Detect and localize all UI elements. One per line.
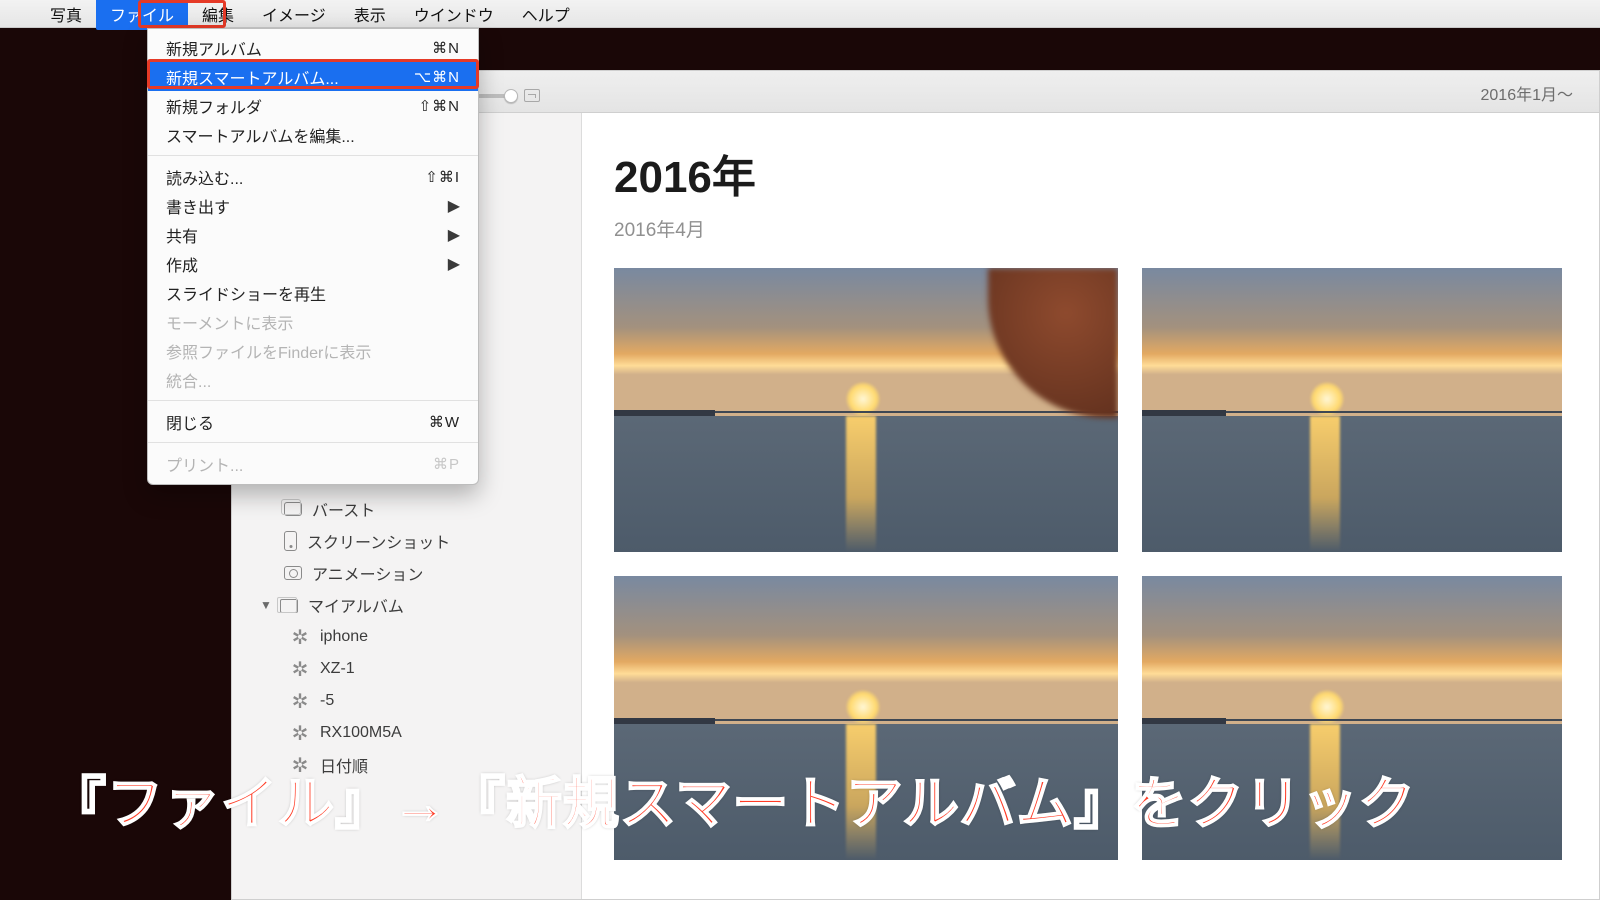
menu-item-show-in-moment: モーメントに表示 <box>148 307 478 336</box>
photo-thumbnail[interactable] <box>614 576 1118 860</box>
menubar-item-help[interactable]: ヘルプ <box>508 0 584 30</box>
menu-item-create[interactable]: 作成 ▶ <box>148 249 478 278</box>
sidebar-smart-xz1[interactable]: ✲ XZ-1 <box>232 653 581 685</box>
menu-item-edit-smart-album[interactable]: スマートアルバムを編集... <box>148 120 478 149</box>
sidebar-item-label: XZ-1 <box>320 660 355 678</box>
main-content: 2016年 2016年4月 <box>582 113 1599 899</box>
photo-thumbnail[interactable] <box>1142 576 1562 860</box>
smart-album-icon: ✲ <box>290 691 310 711</box>
sidebar-smart-dateorder[interactable]: ✲ 日付順 <box>232 749 581 781</box>
sidebar-item-label: アニメーション <box>312 561 423 585</box>
menubar: 写真 ファイル 編集 イメージ 表示 ウインドウ ヘルプ <box>0 0 1600 28</box>
year-heading: 2016年 <box>614 141 1599 205</box>
menu-item-share[interactable]: 共有 ▶ <box>148 220 478 249</box>
sidebar-smart-minus5[interactable]: ✲ -5 <box>232 685 581 717</box>
smart-album-icon: ✲ <box>290 755 310 775</box>
disclosure-triangle-icon[interactable]: ▼ <box>260 598 270 612</box>
month-heading: 2016年4月 <box>614 215 1599 242</box>
sidebar-item-label: スクリーンショット <box>307 529 450 553</box>
menu-item-label: スマートアルバムを編集... <box>166 123 355 147</box>
menu-item-label: 閉じる <box>166 410 214 434</box>
menubar-app[interactable]: 写真 <box>36 0 96 30</box>
menu-item-label: 参照ファイルをFinderに表示 <box>166 339 371 363</box>
menu-item-label: 共有 <box>166 223 198 247</box>
zoom-slider-knob[interactable] <box>504 89 518 103</box>
folder-icon <box>280 599 298 613</box>
menu-item-print: プリント... ⌘P <box>148 449 478 478</box>
menu-item-shortcut: ⇧⌘N <box>419 97 460 115</box>
submenu-arrow-icon: ▶ <box>448 225 460 245</box>
animation-icon <box>284 566 302 580</box>
smart-album-icon: ✲ <box>290 723 310 743</box>
photo-grid <box>614 268 1599 860</box>
submenu-arrow-icon: ▶ <box>448 254 460 274</box>
smart-album-icon: ✲ <box>290 659 310 679</box>
menu-item-shortcut: ⇧⌘I <box>425 168 460 186</box>
sidebar-item-label: マイアルバム <box>308 593 404 617</box>
menubar-item-view[interactable]: 表示 <box>340 0 400 30</box>
sidebar-smart-rx100m5a[interactable]: ✲ RX100M5A <box>232 717 581 749</box>
file-menu-dropdown: 新規アルバム ⌘N 新規スマートアルバム... ⌥⌘N 新規フォルダ ⇧⌘N スマート… <box>147 28 479 485</box>
sidebar-item-burst[interactable]: バースト <box>232 493 581 525</box>
sidebar-group-myalbum[interactable]: ▼ マイアルバム <box>232 589 581 621</box>
sidebar-item-label: 日付順 <box>320 753 368 777</box>
menu-separator <box>148 155 478 156</box>
menu-separator <box>148 442 478 443</box>
menu-item-export[interactable]: 書き出す ▶ <box>148 191 478 220</box>
menu-item-label: 新規フォルダ <box>166 94 262 118</box>
photo-thumbnail[interactable] <box>1142 268 1562 552</box>
sidebar-item-label: iphone <box>320 628 368 646</box>
menu-item-shortcut: ⌘P <box>433 455 460 473</box>
menu-item-label: 書き出す <box>166 194 230 218</box>
sidebar-item-label: バースト <box>312 497 375 521</box>
sidebar-smart-iphone[interactable]: ✲ iphone <box>232 621 581 653</box>
menubar-item-edit[interactable]: 編集 <box>188 0 248 30</box>
photo-thumbnail[interactable] <box>614 268 1118 552</box>
menubar-item-image[interactable]: イメージ <box>248 0 340 30</box>
menu-item-shortcut: ⌘W <box>429 413 460 431</box>
screenshot-icon <box>284 531 297 551</box>
sidebar-item-screenshot[interactable]: スクリーンショット <box>232 525 581 557</box>
sidebar-item-animation[interactable]: アニメーション <box>232 557 581 589</box>
sidebar-item-label: RX100M5A <box>320 724 402 742</box>
zoom-grid-icon[interactable] <box>524 89 540 102</box>
burst-icon <box>284 502 302 516</box>
menu-item-import[interactable]: 読み込む... ⇧⌘I <box>148 162 478 191</box>
menu-item-shortcut: ⌘N <box>432 39 460 57</box>
date-range-label: 2016年1月～ <box>1481 81 1574 105</box>
menu-item-label: プリント... <box>166 452 243 476</box>
menu-item-label: 作成 <box>166 252 198 276</box>
menu-item-label: スライドショーを再生 <box>166 281 326 305</box>
menu-item-label: 統合... <box>166 368 211 392</box>
menu-item-consolidate: 統合... <box>148 365 478 394</box>
menu-item-label: モーメントに表示 <box>166 310 293 334</box>
menu-item-new-album[interactable]: 新規アルバム ⌘N <box>148 33 478 62</box>
menu-item-label: 新規アルバム <box>166 36 262 60</box>
menu-separator <box>148 400 478 401</box>
menubar-item-window[interactable]: ウインドウ <box>400 0 508 30</box>
menu-item-new-folder[interactable]: 新規フォルダ ⇧⌘N <box>148 91 478 120</box>
sidebar-item-label: -5 <box>320 692 334 710</box>
menu-item-new-smart-album[interactable]: 新規スマートアルバム... ⌥⌘N <box>148 62 478 91</box>
menu-item-play-slideshow[interactable]: スライドショーを再生 <box>148 278 478 307</box>
menu-item-label: 新規スマートアルバム... <box>166 65 339 89</box>
menu-item-shortcut: ⌥⌘N <box>414 68 460 86</box>
menubar-item-file[interactable]: ファイル <box>96 0 188 30</box>
menu-item-show-in-finder: 参照ファイルをFinderに表示 <box>148 336 478 365</box>
submenu-arrow-icon: ▶ <box>448 196 460 216</box>
smart-album-icon: ✲ <box>290 627 310 647</box>
menu-item-label: 読み込む... <box>166 165 243 189</box>
menu-item-close[interactable]: 閉じる ⌘W <box>148 407 478 436</box>
